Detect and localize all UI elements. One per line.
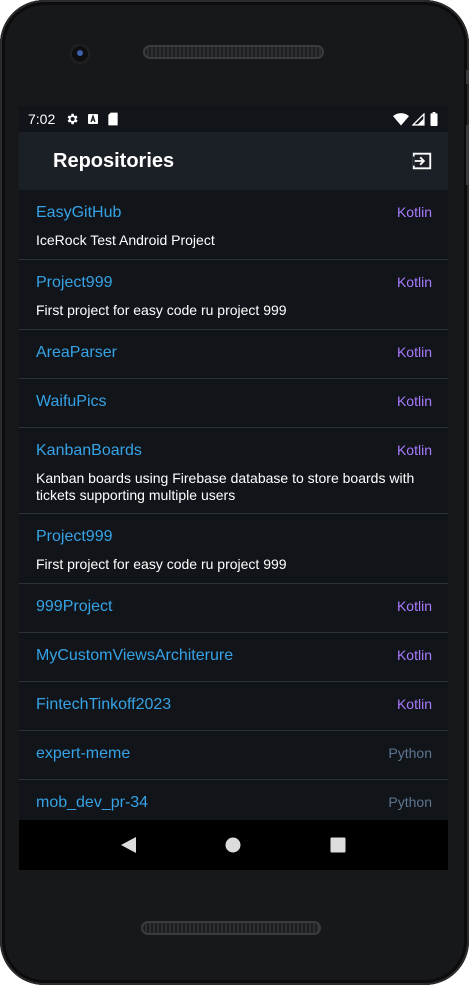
repository-header: AreaParser Kotlin	[36, 344, 432, 362]
repository-item[interactable]: Project999 Kotlin First project for easy c…	[19, 260, 448, 330]
repository-name: AreaParser	[36, 344, 117, 361]
bottom-speaker	[141, 921, 321, 935]
repository-name: expert-meme	[36, 745, 131, 762]
repository-item[interactable]: FintechTinkoff2023 Kotlin	[19, 682, 448, 731]
status-time: 7:02	[28, 111, 56, 127]
repository-header: mob_dev_pr-34 Python	[36, 794, 432, 812]
screen: 7:02 Repositories EasyGitHub Kotlin IceR…	[19, 106, 448, 870]
repository-description: First project for easy code ru project 9…	[36, 302, 287, 318]
back-icon[interactable]	[117, 833, 141, 857]
settings-icon	[65, 112, 79, 126]
battery-icon	[430, 112, 438, 126]
repository-item[interactable]: KanbanBoards Kotlin Kanban boards using Fi…	[19, 428, 448, 514]
repository-name: mob_dev_pr-34	[36, 794, 149, 811]
repository-header: Project999 Kotlin	[36, 274, 432, 292]
wifi-icon	[393, 112, 409, 126]
a-notification-icon	[87, 113, 99, 125]
repository-name: 999Project	[36, 598, 113, 615]
repository-header: KanbanBoards Kotlin	[36, 442, 432, 460]
repository-item[interactable]: EasyGitHub Kotlin IceRock Test Android Pro…	[19, 190, 448, 260]
repository-item[interactable]: AreaParser Kotlin	[19, 330, 448, 379]
repository-header: expert-meme Python	[36, 745, 432, 763]
repository-language: Kotlin	[396, 647, 432, 663]
repository-language: Kotlin	[396, 598, 432, 614]
repository-item[interactable]: MyCustomViewsArchiterure Kotlin	[19, 633, 448, 682]
app-bar: Repositories	[19, 132, 448, 190]
repository-language: Kotlin	[396, 696, 432, 712]
repository-language: Python	[388, 745, 432, 761]
logout-icon[interactable]	[410, 149, 434, 173]
status-bar: 7:02	[19, 106, 448, 132]
recents-icon[interactable]	[326, 833, 350, 857]
repository-item[interactable]: Project999 First project for easy code ru…	[19, 514, 448, 584]
repository-description: First project for easy code ru project 9…	[36, 556, 287, 572]
top-speaker	[143, 45, 324, 59]
repository-header: EasyGitHub Kotlin	[36, 204, 432, 222]
repository-language: Kotlin	[396, 274, 432, 290]
repository-name: MyCustomViewsArchiterure	[36, 647, 234, 664]
repository-name: WaifuPics	[36, 393, 107, 410]
repository-header: MyCustomViewsArchiterure Kotlin	[36, 647, 432, 665]
repository-header: 999Project Kotlin	[36, 598, 432, 616]
repository-item[interactable]: WaifuPics Kotlin	[19, 379, 448, 428]
signal-icon	[412, 112, 425, 126]
repository-header: Project999	[36, 528, 432, 546]
device-frame: 7:02 Repositories EasyGitHub Kotlin IceR…	[0, 0, 469, 985]
repository-language: Kotlin	[396, 204, 432, 220]
repository-language: Kotlin	[396, 344, 432, 360]
repository-item[interactable]: expert-meme Python	[19, 731, 448, 780]
repository-description: IceRock Test Android Project	[36, 232, 215, 248]
repository-header: WaifuPics Kotlin	[36, 393, 432, 411]
repository-name: KanbanBoards	[36, 442, 142, 459]
home-icon[interactable]	[221, 833, 245, 857]
repository-name: Project999	[36, 274, 113, 291]
repository-header: FintechTinkoff2023 Kotlin	[36, 696, 432, 714]
repository-language: Kotlin	[396, 393, 432, 409]
repository-name: Project999	[36, 528, 113, 545]
navigation-bar	[19, 820, 448, 870]
page-title: Repositories	[53, 149, 175, 172]
repository-name: FintechTinkoff2023	[36, 696, 172, 713]
repository-language: Kotlin	[396, 442, 432, 458]
repository-item[interactable]: 999Project Kotlin	[19, 584, 448, 633]
sd-card-icon	[107, 112, 119, 126]
repository-list: EasyGitHub Kotlin IceRock Test Android Pro…	[19, 190, 448, 829]
repository-language: Python	[388, 794, 432, 810]
repository-description: Kanban boards using Firebase database to…	[36, 470, 415, 503]
repository-name: EasyGitHub	[36, 204, 122, 221]
front-camera	[70, 44, 90, 64]
